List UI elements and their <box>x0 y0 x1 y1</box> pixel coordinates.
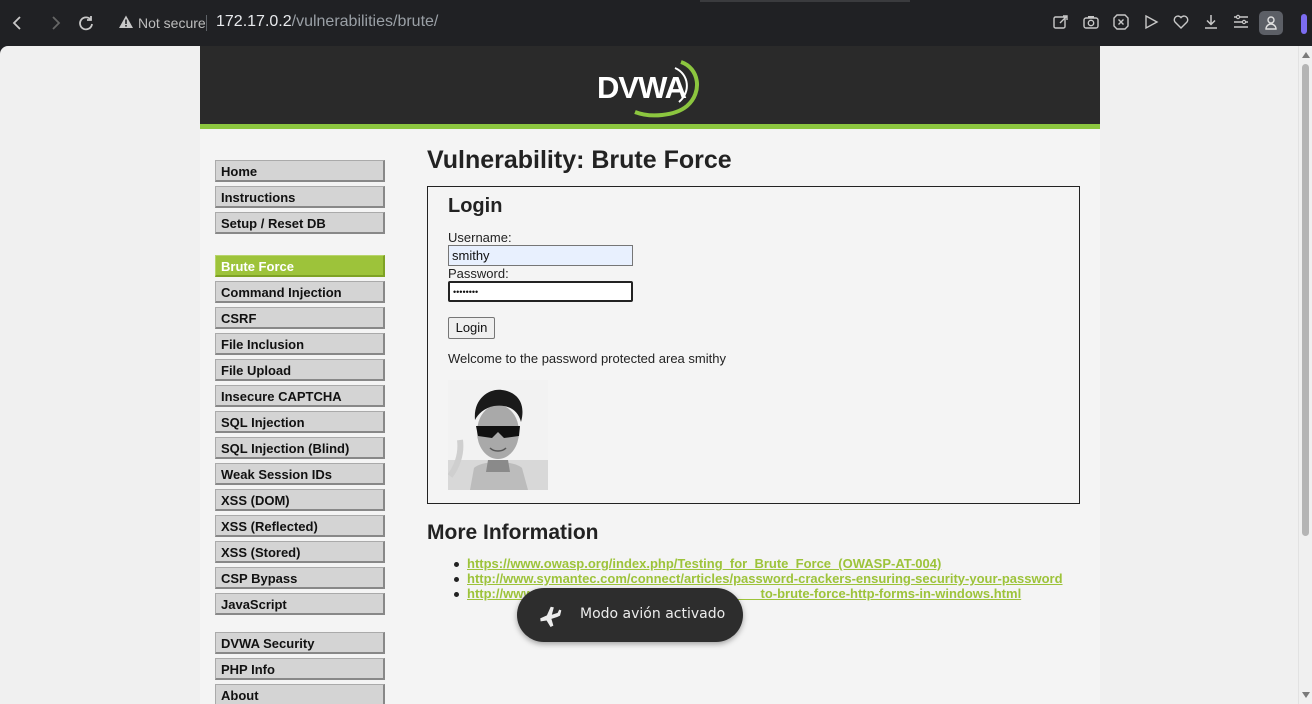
login-heading: Login <box>448 195 503 217</box>
sidebar-item-insecure-captcha[interactable]: Insecure CAPTCHA <box>215 385 385 407</box>
reload-icon[interactable] <box>75 12 97 34</box>
scroll-up-arrow[interactable] <box>1302 52 1310 58</box>
sidebar-item-xss-stored[interactable]: XSS (Stored) <box>215 541 385 563</box>
sidebar-item-file-upload[interactable]: File Upload <box>215 359 385 381</box>
heart-icon[interactable] <box>1172 13 1190 31</box>
toast-message: Modo avión activado <box>580 606 726 622</box>
bullet <box>454 592 459 597</box>
sidebar-item-weak-session-ids[interactable]: Weak Session IDs <box>215 463 385 485</box>
omnibox-separator <box>206 15 207 31</box>
site-header: DVWA <box>200 46 1100 129</box>
profile-icon <box>1265 16 1277 30</box>
sidebar-item-php-info[interactable]: PHP Info <box>215 658 385 680</box>
sidebar-item-xss-dom[interactable]: XSS (DOM) <box>215 489 385 511</box>
back-icon[interactable] <box>7 12 29 34</box>
logo-text: DVWA <box>597 70 687 105</box>
page-scrollbar[interactable] <box>1298 46 1312 704</box>
sidebar-item-brute-force[interactable]: Brute Force <box>215 255 385 277</box>
link-text-symantec[interactable]: http://www.symantec.com/connect/articles… <box>467 571 1063 586</box>
camera-icon[interactable] <box>1082 13 1100 31</box>
password-label: Password: <box>448 266 509 281</box>
side-panel-toggle[interactable] <box>1301 14 1307 34</box>
airplane-icon <box>540 606 562 628</box>
sidebar-item-dvwa-security[interactable]: DVWA Security <box>215 632 385 654</box>
warning-icon <box>119 15 133 28</box>
bullet <box>454 562 459 567</box>
bullet <box>454 577 459 582</box>
username-input[interactable]: smithy <box>448 245 633 266</box>
sidebar-item-javascript[interactable]: JavaScript <box>215 593 385 615</box>
share-icon[interactable] <box>1052 13 1070 31</box>
link-text-owasp[interactable]: https://www.owasp.org/index.php/Testing_… <box>467 556 941 571</box>
sidebar-item-instructions[interactable]: Instructions <box>215 186 385 208</box>
sidebar-item-xss-reflected[interactable]: XSS (Reflected) <box>215 515 385 537</box>
scroll-thumb[interactable] <box>1302 64 1309 536</box>
user-avatar <box>448 380 548 490</box>
shield-icon[interactable] <box>1112 13 1130 31</box>
browser-toolbar: Not secure 172.17.0.2/vulnerabilities/br… <box>0 0 1312 46</box>
more-info-heading: More Information <box>427 521 599 544</box>
airplane-mode-toast: Modo avión activado <box>517 588 743 642</box>
login-button[interactable]: Login <box>448 317 495 339</box>
sidebar-item-home[interactable]: Home <box>215 160 385 182</box>
page-title: Vulnerability: Brute Force <box>427 146 732 174</box>
username-label: Username: <box>448 230 512 245</box>
login-box: Login Username: smithy Password: •••••••… <box>427 186 1080 504</box>
address-bar[interactable]: Not secure 172.17.0.2/vulnerabilities/br… <box>108 8 1288 38</box>
sidebar-item-setup-reset-db[interactable]: Setup / Reset DB <box>215 212 385 234</box>
forward-icon[interactable] <box>44 12 66 34</box>
more-info-link[interactable]: http://www.symantec.com/connect/articles… <box>454 571 1063 586</box>
welcome-message: Welcome to the password protected area s… <box>448 351 726 366</box>
play-icon[interactable] <box>1142 13 1160 31</box>
sidebar-item-sql-injection-blind[interactable]: SQL Injection (Blind) <box>215 437 385 459</box>
sidebar-item-sql-injection[interactable]: SQL Injection <box>215 411 385 433</box>
scroll-down-arrow[interactable] <box>1302 692 1310 698</box>
tab-strip-edge <box>700 0 910 2</box>
more-info-link[interactable]: https://www.owasp.org/index.php/Testing_… <box>454 556 941 571</box>
url-host: 172.17.0.2 <box>216 13 292 30</box>
url-path: /vulnerabilities/brute/ <box>291 13 439 30</box>
sidebar-item-csp-bypass[interactable]: CSP Bypass <box>215 567 385 589</box>
page-viewport: DVWA Home Instructions Setup / Reset DB Bru… <box>0 46 1312 704</box>
menu-icon[interactable] <box>1232 13 1250 31</box>
password-input[interactable]: •••••••• <box>448 281 633 302</box>
sidebar-item-about[interactable]: About <box>215 684 385 704</box>
sidebar-item-file-inclusion[interactable]: File Inclusion <box>215 333 385 355</box>
security-label[interactable]: Not secure <box>138 15 206 31</box>
sidebar-item-csrf[interactable]: CSRF <box>215 307 385 329</box>
profile-button[interactable] <box>1259 11 1283 35</box>
url-text[interactable]: 172.17.0.2/vulnerabilities/brute/ <box>216 13 438 31</box>
dvwa-logo: DVWA <box>597 60 700 118</box>
download-icon[interactable] <box>1202 13 1220 31</box>
sidebar-item-command-injection[interactable]: Command Injection <box>215 281 385 303</box>
